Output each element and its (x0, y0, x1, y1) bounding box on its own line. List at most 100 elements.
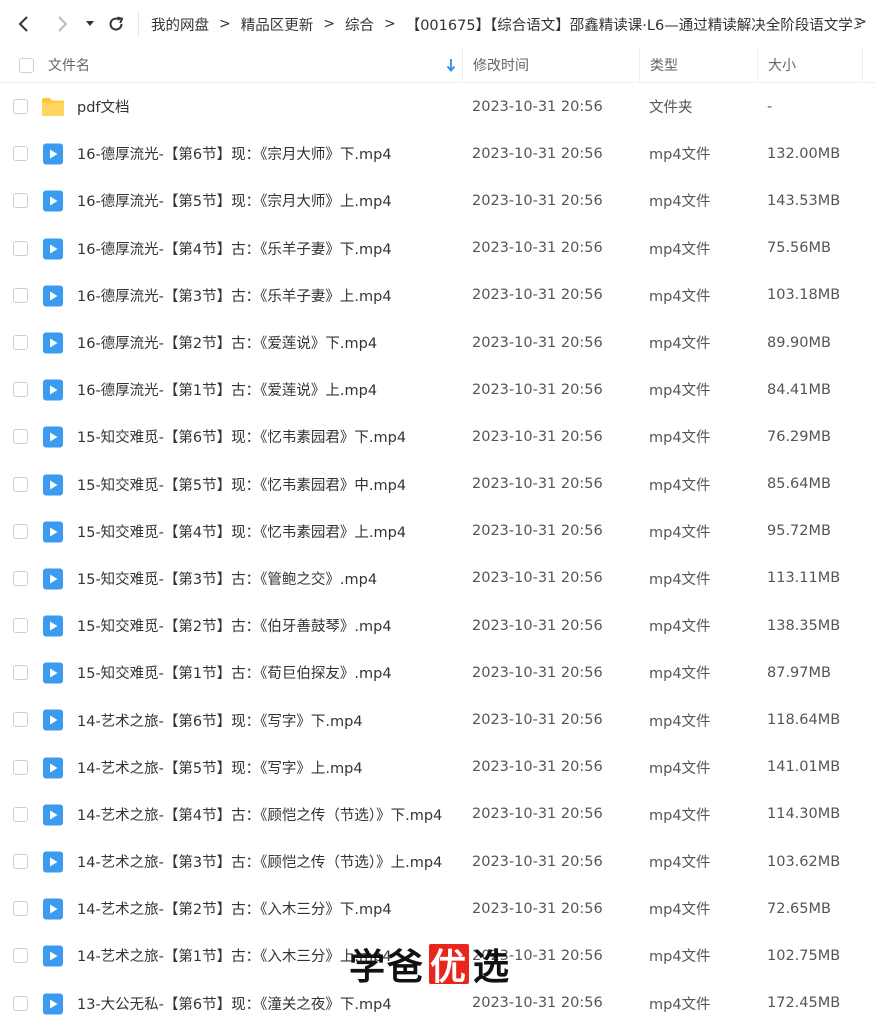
video-file-icon (41, 520, 65, 544)
table-row[interactable]: 14-艺术之旅-【第3节】古：《顾恺之传（节选）》上.mp4 2023-10-31… (0, 838, 875, 885)
table-row[interactable]: 16-德厚流光-【第4节】古：《乐羊子妻》下.mp4 2023-10-31 20:… (0, 225, 875, 272)
file-size: 103.62MB (767, 853, 841, 870)
row-checkbox[interactable] (13, 240, 28, 256)
file-name[interactable]: 14-艺术之旅-【第1节】古：《入木三分》上.mp4 (77, 945, 392, 966)
file-name[interactable]: 14-艺术之旅-【第5节】现：《写字》上.mp4 (77, 757, 363, 778)
row-checkbox[interactable] (13, 146, 28, 162)
row-checkbox[interactable] (13, 759, 28, 775)
row-checkbox[interactable] (13, 995, 28, 1011)
file-modified-time: 2023-10-31 20:56 (472, 759, 603, 776)
file-size: 143.53MB (767, 192, 841, 209)
file-name[interactable]: 16-德厚流光-【第6节】现：《宗月大师》下.mp4 (77, 143, 392, 164)
file-name[interactable]: 16-德厚流光-【第4节】古：《乐羊子妻》下.mp4 (77, 238, 392, 259)
table-row[interactable]: 16-德厚流光-【第2节】古：《爱莲说》下.mp4 2023-10-31 20:5… (0, 319, 875, 366)
file-type: mp4文件 (649, 713, 711, 730)
file-name[interactable]: 14-艺术之旅-【第3节】古：《顾恺之传（节选）》上.mp4 (77, 851, 442, 872)
file-size: 132.00MB (767, 145, 841, 162)
row-checkbox[interactable] (13, 193, 28, 209)
forward-button[interactable] (48, 10, 76, 38)
back-button[interactable] (10, 10, 38, 38)
file-name[interactable]: 15-知交难觅-【第6节】现：《忆韦素园君》下.mp4 (77, 426, 406, 447)
file-name[interactable]: 15-知交难觅-【第3节】古：《管鲍之交》.mp4 (77, 568, 377, 589)
history-dropdown-button[interactable] (82, 10, 98, 38)
row-checkbox[interactable] (13, 901, 28, 917)
row-checkbox[interactable] (13, 334, 28, 350)
row-checkbox[interactable] (13, 287, 28, 303)
table-row[interactable]: 14-艺术之旅-【第6节】现：《写字》下.mp4 2023-10-31 20:56… (0, 696, 875, 743)
file-modified-time: 2023-10-31 20:56 (472, 192, 603, 209)
file-name[interactable]: 16-德厚流光-【第3节】古：《乐羊子妻》上.mp4 (77, 285, 392, 306)
row-checkbox[interactable] (13, 523, 28, 539)
table-row[interactable]: 15-知交难觅-【第3节】古：《管鲍之交》.mp4 2023-10-31 20:5… (0, 555, 875, 602)
table-row[interactable]: 16-德厚流光-【第5节】现：《宗月大师》上.mp4 2023-10-31 20:… (0, 177, 875, 224)
file-size: 141.01MB (767, 759, 841, 776)
video-file-icon (41, 850, 65, 874)
file-type: mp4文件 (649, 430, 711, 447)
file-type: mp4文件 (649, 855, 711, 872)
refresh-button[interactable] (102, 10, 130, 38)
row-checkbox[interactable] (13, 712, 28, 728)
file-name[interactable]: 15-知交难觅-【第5节】现：《忆韦素园君》中.mp4 (77, 474, 406, 495)
table-row[interactable]: 15-知交难觅-【第4节】现：《忆韦素园君》上.mp4 2023-10-31 20… (0, 508, 875, 555)
table-row[interactable]: 15-知交难觅-【第2节】古：《伯牙善鼓琴》.mp4 2023-10-31 20:… (0, 602, 875, 649)
table-row[interactable]: 15-知交难觅-【第1节】古：《荀巨伯探友》.mp4 2023-10-31 20:… (0, 649, 875, 696)
row-checkbox[interactable] (13, 429, 28, 445)
file-name[interactable]: 15-知交难觅-【第4节】现：《忆韦素园君》上.mp4 (77, 521, 406, 542)
table-row[interactable]: 16-德厚流光-【第3节】古：《乐羊子妻》上.mp4 2023-10-31 20:… (0, 272, 875, 319)
file-name[interactable]: 16-德厚流光-【第1节】古：《爱莲说》上.mp4 (77, 379, 377, 400)
breadcrumb-item-current-folder[interactable]: 【001675】【综合语文】邵鑫精读课·L6—通过精读解决全阶段语文学习 (406, 14, 861, 35)
file-name[interactable]: 14-艺术之旅-【第4节】古：《顾恺之传（节选）》下.mp4 (77, 804, 442, 825)
file-name[interactable]: 15-知交难觅-【第2节】古：《伯牙善鼓琴》.mp4 (77, 615, 392, 636)
video-file-icon (41, 756, 65, 780)
file-modified-time: 2023-10-31 20:56 (472, 617, 603, 634)
file-size: 172.45MB (767, 995, 841, 1012)
file-type: mp4文件 (649, 383, 711, 400)
video-file-icon (41, 284, 65, 308)
column-header-name[interactable]: 文件名 (0, 48, 462, 83)
table-row[interactable]: 14-艺术之旅-【第4节】古：《顾恺之传（节选）》下.mp4 2023-10-31… (0, 791, 875, 838)
row-checkbox[interactable] (13, 854, 28, 869)
file-name[interactable]: 16-德厚流光-【第2节】古：《爱莲说》下.mp4 (77, 332, 377, 353)
breadcrumb-item-general[interactable]: 综合 (345, 14, 374, 35)
file-modified-time: 2023-10-31 20:56 (472, 476, 603, 493)
breadcrumb-item-premium-updates[interactable]: 精品区更新 (241, 14, 314, 35)
folder-icon (41, 95, 65, 119)
file-size: 84.41MB (767, 381, 831, 398)
row-checkbox[interactable] (13, 99, 28, 114)
file-name[interactable]: 16-德厚流光-【第5节】现：《宗月大师》上.mp4 (77, 190, 392, 211)
row-checkbox[interactable] (13, 665, 28, 681)
sort-descending-icon[interactable] (446, 58, 456, 72)
row-checkbox[interactable] (13, 806, 28, 822)
file-name[interactable]: 14-艺术之旅-【第6节】现：《写字》下.mp4 (77, 710, 363, 731)
file-name[interactable]: 14-艺术之旅-【第2节】古：《入木三分》下.mp4 (77, 898, 392, 919)
row-checkbox[interactable] (13, 570, 28, 586)
column-header-name-label: 文件名 (48, 58, 90, 74)
table-row[interactable]: 15-知交难觅-【第6节】现：《忆韦素园君》下.mp4 2023-10-31 20… (0, 413, 875, 460)
table-row[interactable]: 16-德厚流光-【第1节】古：《爱莲说》上.mp4 2023-10-31 20:5… (0, 366, 875, 413)
breadcrumb-separator: > (219, 16, 231, 32)
file-name[interactable]: pdf文档 (77, 96, 130, 117)
table-row[interactable]: 14-艺术之旅-【第5节】现：《写字》上.mp4 2023-10-31 20:56… (0, 744, 875, 791)
select-all-checkbox[interactable] (19, 57, 34, 73)
row-checkbox[interactable] (13, 476, 28, 492)
row-checkbox[interactable] (13, 382, 28, 398)
column-header-modified-time[interactable]: 修改时间 (462, 47, 639, 83)
watermark-highlight: 优 (429, 944, 470, 988)
row-checkbox[interactable] (13, 948, 28, 964)
video-file-icon (41, 944, 65, 968)
breadcrumb-separator: > (323, 16, 335, 32)
table-row[interactable]: 15-知交难觅-【第5节】现：《忆韦素园君》中.mp4 2023-10-31 20… (0, 461, 875, 508)
file-size: 103.18MB (767, 287, 841, 304)
breadcrumb-item-my-disk[interactable]: 我的网盘 (151, 14, 209, 35)
table-row[interactable]: 14-艺术之旅-【第2节】古：《入木三分》下.mp4 2023-10-31 20:… (0, 885, 875, 932)
file-name[interactable]: 15-知交难觅-【第1节】古：《荀巨伯探友》.mp4 (77, 662, 392, 683)
breadcrumb-overflow-button[interactable]: > (855, 14, 867, 30)
column-header-size[interactable]: 大小 (757, 47, 863, 83)
file-name[interactable]: 13-大公无私-【第6节】现：《潼关之夜》下.mp4 (77, 993, 392, 1014)
table-row[interactable]: 16-德厚流光-【第6节】现：《宗月大师》下.mp4 2023-10-31 20:… (0, 130, 875, 177)
file-list-header: 文件名 修改时间 类型 大小 (0, 47, 875, 83)
table-row[interactable]: pdf文档 2023-10-31 20:56 文件夹 - (0, 83, 875, 130)
file-modified-time: 2023-10-31 20:56 (472, 523, 603, 540)
column-header-type[interactable]: 类型 (639, 47, 757, 83)
row-checkbox[interactable] (13, 618, 28, 634)
